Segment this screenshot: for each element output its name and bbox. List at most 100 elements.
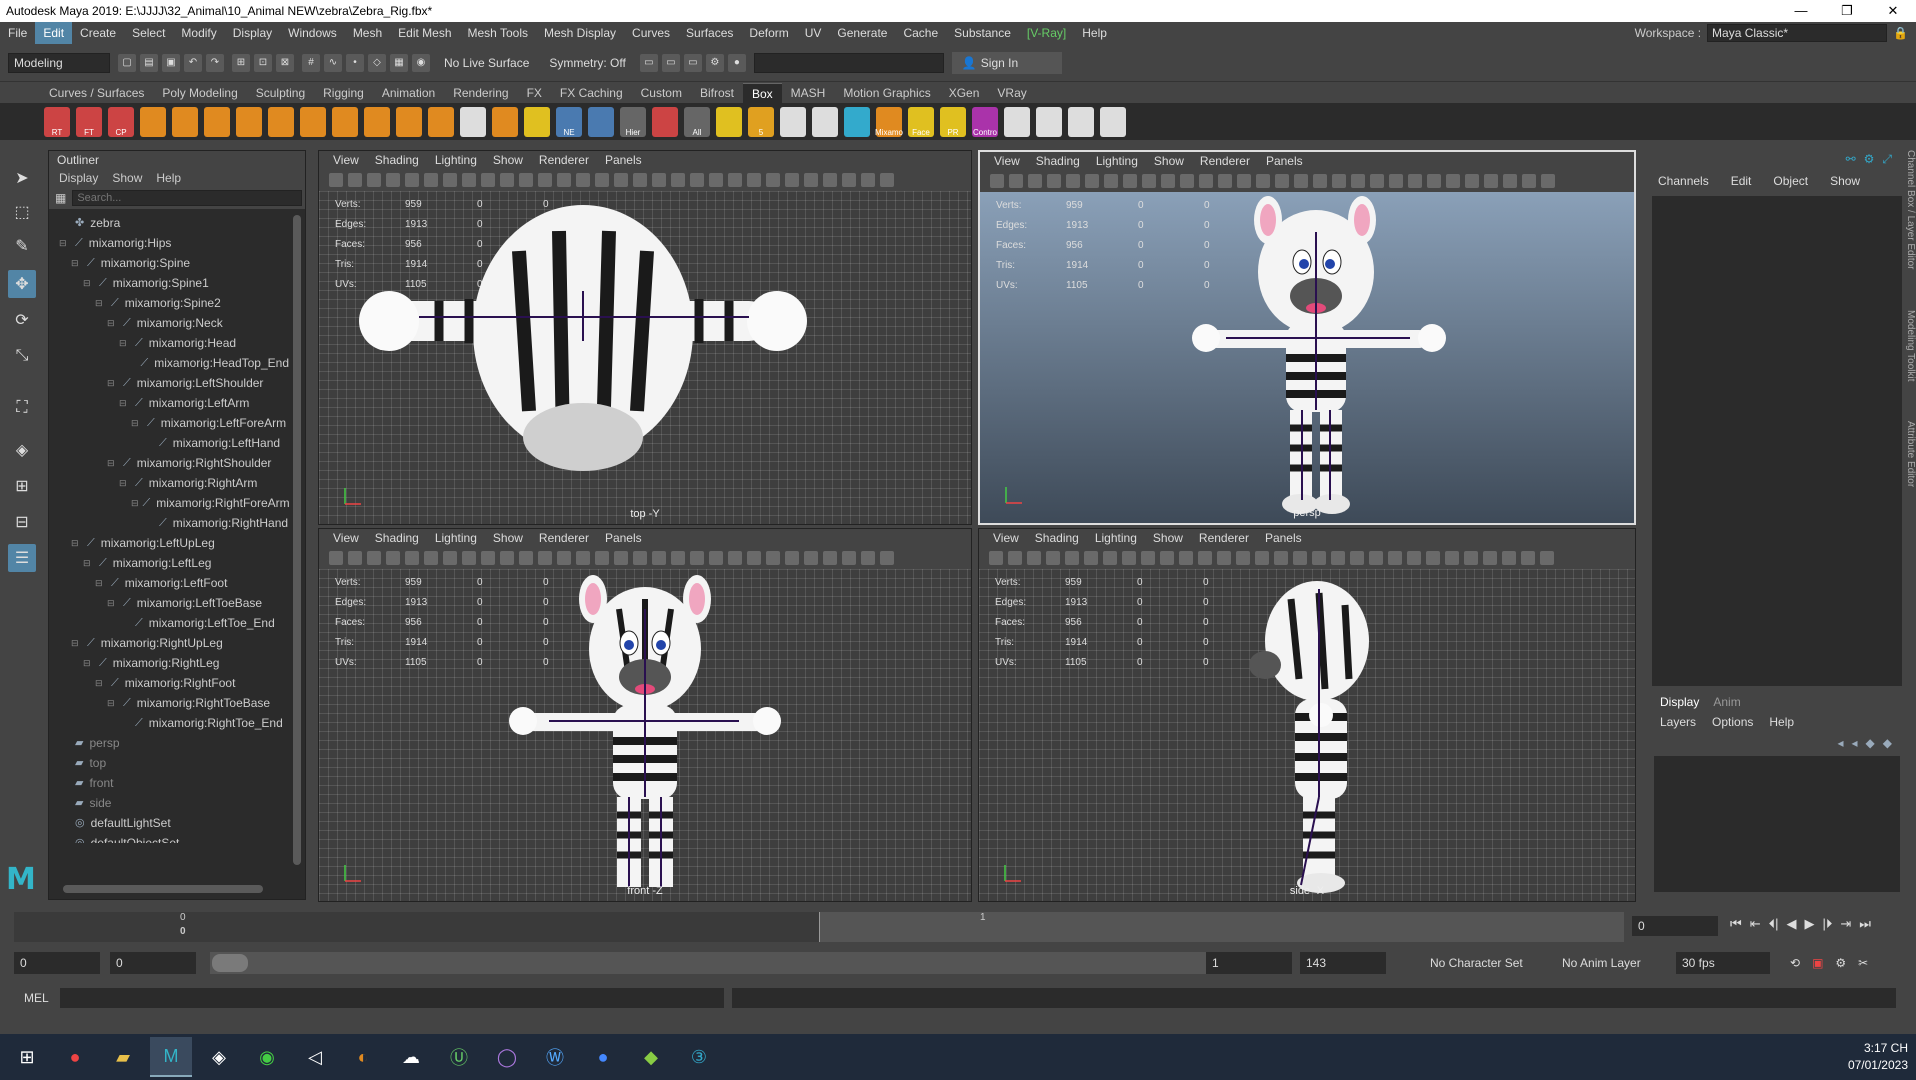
viewport-tool-icon[interactable] <box>1104 174 1118 188</box>
viewport-tool-icon[interactable] <box>880 173 894 187</box>
viewport-tool-icon[interactable] <box>557 173 571 187</box>
expand-toggle-icon[interactable]: ⊟ <box>107 693 119 713</box>
snap-point-icon[interactable]: • <box>346 53 364 72</box>
viewport-canvas[interactable]: Verts:95900Edges:191300Faces:95600Tris:1… <box>980 192 1634 523</box>
blender-icon[interactable]: ◐ <box>342 1037 384 1077</box>
menu-cache[interactable]: Cache <box>895 22 946 44</box>
expand-toggle-icon[interactable]: ⊟ <box>119 393 131 413</box>
viewport-tool-icon[interactable] <box>443 551 457 565</box>
outliner-item[interactable]: ✤ zebra <box>49 213 289 233</box>
go-to-end-icon[interactable]: ⏭ <box>1859 916 1871 932</box>
command-language-label[interactable]: MEL <box>0 991 50 1005</box>
expand-toggle-icon[interactable]: ⊟ <box>95 673 107 693</box>
expand-toggle-icon[interactable]: ⊟ <box>119 473 131 493</box>
viewport-menu-renderer[interactable]: Renderer <box>1200 152 1250 170</box>
viewport-menu-panels[interactable]: Panels <box>1265 529 1302 547</box>
lock-icon[interactable]: 🔒 <box>1893 26 1908 40</box>
viewport-tool-icon[interactable] <box>842 551 856 565</box>
select-component-icon[interactable]: ⊠ <box>276 53 294 72</box>
ipr-render-icon[interactable]: ▭ <box>683 53 702 72</box>
zebra-model-side[interactable] <box>979 569 1635 901</box>
viewport-tool-icon[interactable] <box>1446 174 1460 188</box>
shelf-tab-motion-graphics[interactable]: Motion Graphics <box>834 83 939 103</box>
rotate-tool-icon[interactable]: ⟳ <box>8 306 36 334</box>
shelf-tool-icon[interactable] <box>364 106 390 137</box>
viewport-tool-icon[interactable] <box>614 173 628 187</box>
viewport-tool-icon[interactable] <box>1008 551 1022 565</box>
viewport-tool-icon[interactable] <box>1445 551 1459 565</box>
snap-surface-icon[interactable]: ▦ <box>390 53 408 72</box>
shelf-tool-icon[interactable]: FT <box>76 106 102 137</box>
symmetry-field[interactable]: Symmetry: Off <box>543 53 631 73</box>
viewport-menu-lighting[interactable]: Lighting <box>435 529 477 547</box>
shelf-tool-icon[interactable] <box>588 106 614 137</box>
shelf-tool-icon[interactable]: Mixamo <box>875 106 903 137</box>
viewport-tool-icon[interactable] <box>1085 174 1099 188</box>
viewport-tool-icon[interactable] <box>1407 551 1421 565</box>
viewport-tool-icon[interactable] <box>1484 174 1498 188</box>
step-back-key-icon[interactable]: ⇤ <box>1750 916 1761 932</box>
menu-mesh[interactable]: Mesh <box>345 22 390 44</box>
viewport-tool-icon[interactable] <box>1427 174 1441 188</box>
shelf-tool-icon[interactable] <box>236 106 262 137</box>
viewport-tool-icon[interactable] <box>1141 551 1155 565</box>
select-object-icon[interactable]: ⊡ <box>254 53 272 72</box>
snap-live-icon[interactable]: ◉ <box>412 53 430 72</box>
viewport-tool-icon[interactable] <box>1198 551 1212 565</box>
outliner-scrollbar-horizontal[interactable] <box>63 885 263 893</box>
viewport-tool-icon[interactable] <box>595 551 609 565</box>
app-icon-green[interactable]: ◆ <box>630 1037 672 1077</box>
github-icon[interactable]: ◯ <box>486 1037 528 1077</box>
prefs-icon[interactable]: ⚙ <box>1835 956 1846 970</box>
viewport-tool-icon[interactable] <box>823 173 837 187</box>
menu-windows[interactable]: Windows <box>280 22 345 44</box>
viewport-tool-icon[interactable] <box>519 551 533 565</box>
shelf-tab-rendering[interactable]: Rendering <box>444 83 517 103</box>
viewport-tool-icon[interactable] <box>1142 174 1156 188</box>
viewport-tool-icon[interactable] <box>728 551 742 565</box>
shelf-tab-poly-modeling[interactable]: Poly Modeling <box>153 83 246 103</box>
outliner-menu-help[interactable]: Help <box>156 169 181 187</box>
viewport-canvas[interactable]: Verts:95900Edges:191300Faces:95600Tris:1… <box>979 569 1635 901</box>
viewport-menu-shading[interactable]: Shading <box>1036 152 1080 170</box>
two-pane-icon[interactable]: ⊟ <box>8 508 36 536</box>
viewport-tool-icon[interactable] <box>990 174 1004 188</box>
viewport-tool-icon[interactable] <box>348 173 362 187</box>
viewport-tool-icon[interactable] <box>1256 174 1270 188</box>
snap-grid-icon[interactable]: # <box>302 53 320 72</box>
shelf-tool-icon[interactable]: PR <box>940 106 966 137</box>
snap-curve-icon[interactable]: ∿ <box>324 53 342 72</box>
shelf-tab-animation[interactable]: Animation <box>373 83 444 103</box>
viewport-tool-icon[interactable] <box>1294 174 1308 188</box>
outliner-item[interactable]: ⊟ ⟋ mixamorig:LeftFoot <box>49 573 289 593</box>
outliner-item[interactable]: ⊟ ⟋ mixamorig:Head <box>49 333 289 353</box>
shelf-tool-icon[interactable] <box>492 106 518 137</box>
viewport-tool-icon[interactable] <box>690 551 704 565</box>
app-icon-cloud[interactable]: ☁ <box>390 1037 432 1077</box>
viewport-tool-icon[interactable] <box>690 173 704 187</box>
paint-select-icon[interactable]: ✎ <box>8 232 36 260</box>
menu-file[interactable]: File <box>0 22 35 44</box>
expand-toggle-icon[interactable]: ⊟ <box>107 313 119 333</box>
viewport-tool-icon[interactable] <box>1521 551 1535 565</box>
unity-icon[interactable]: ◁ <box>294 1037 336 1077</box>
play-forward-icon[interactable]: ▶ <box>1805 916 1815 932</box>
viewport-tool-icon[interactable] <box>1370 174 1384 188</box>
go-to-start-icon[interactable]: ⏮ <box>1730 916 1742 932</box>
outliner-item[interactable]: ⊟ ⟋ mixamorig:LeftLeg <box>49 553 289 573</box>
viewport-tool-icon[interactable] <box>861 173 875 187</box>
layers-menu[interactable]: Layers <box>1660 712 1696 732</box>
outliner-search-input[interactable] <box>72 190 303 206</box>
outliner-item[interactable]: ⟋ mixamorig:LeftToe_End <box>49 613 289 633</box>
maximize-button[interactable]: ❐ <box>1824 3 1870 19</box>
viewport-tool-icon[interactable] <box>1161 174 1175 188</box>
viewport-tool-icon[interactable] <box>652 173 666 187</box>
viewport-tool-icon[interactable] <box>367 551 381 565</box>
shelf-tab-xgen[interactable]: XGen <box>940 83 989 103</box>
viewport-tool-icon[interactable] <box>1541 174 1555 188</box>
sign-in-button[interactable]: 👤 Sign In <box>951 51 1062 74</box>
outliner-item[interactable]: ⊟ ⟋ mixamorig:LeftToeBase <box>49 593 289 613</box>
viewport-front[interactable]: View Shading Lighting Show Renderer Panels Ver… <box>318 528 972 902</box>
viewport-tool-icon[interactable] <box>424 173 438 187</box>
start-icon[interactable]: ⊞ <box>6 1037 48 1077</box>
